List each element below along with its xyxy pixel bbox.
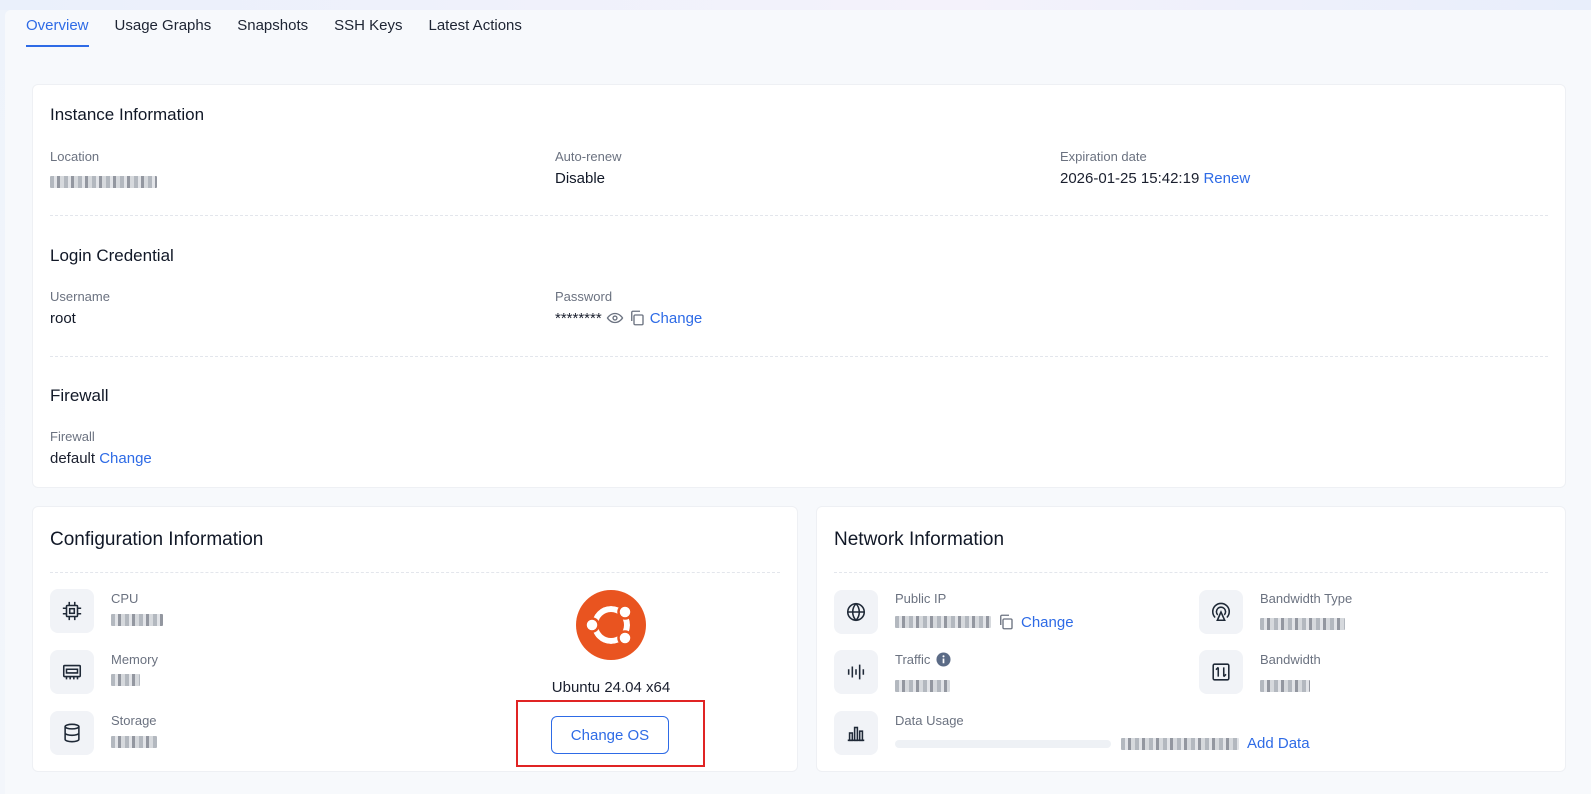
network-title: Network Information <box>834 529 1005 550</box>
cpu-label: CPU <box>111 591 139 606</box>
tab-overview[interactable]: Overview <box>26 15 89 47</box>
data-usage-icon-box <box>834 711 878 755</box>
globe-icon-box <box>834 590 878 634</box>
storage-value-redacted <box>111 733 157 751</box>
bandwidth-type-icon-box <box>1199 590 1243 634</box>
bandwidth-value-redacted <box>1260 677 1310 695</box>
autorenew-label: Auto-renew <box>555 149 622 164</box>
tab-ssh-keys[interactable]: SSH Keys <box>334 15 402 47</box>
bar-chart-icon <box>847 726 865 742</box>
tab-bar: Overview Usage Graphs Snapshots SSH Keys… <box>26 15 522 47</box>
data-usage-label: Data Usage <box>895 713 964 728</box>
memory-icon-box <box>50 650 94 694</box>
firewall-change-link[interactable]: Change <box>99 450 152 467</box>
expiration-value: 2026-01-25 15:42:19 <box>1060 170 1200 187</box>
ip-change-link[interactable]: Change <box>1021 614 1074 631</box>
highlight-box <box>516 700 705 767</box>
username-label: Username <box>50 289 110 304</box>
divider <box>834 572 1548 573</box>
public-ip-row: Change <box>895 613 1074 631</box>
storage-icon <box>64 723 80 743</box>
traffic-icon <box>847 664 865 680</box>
password-label: Password <box>555 289 613 304</box>
add-data-link[interactable]: Add Data <box>1247 735 1310 752</box>
storage-icon-box <box>50 711 94 755</box>
public-ip-label: Public IP <box>895 591 947 606</box>
traffic-value-redacted <box>895 677 950 695</box>
os-name: Ubuntu 24.04 x64 <box>551 679 671 696</box>
info-icon[interactable] <box>936 652 951 667</box>
traffic-label-row: Traffic <box>895 652 951 667</box>
firewall-label: Firewall <box>50 429 95 444</box>
ubuntu-logo-icon <box>576 590 646 660</box>
instance-title: Instance Information <box>50 105 205 124</box>
bandwidth-icon-box <box>1199 650 1243 694</box>
instance-card: Instance Information Location Auto-renew… <box>32 84 1566 488</box>
divider <box>50 215 1548 216</box>
bandwidth-icon <box>1212 663 1230 681</box>
eye-icon[interactable] <box>606 309 624 327</box>
traffic-label: Traffic <box>895 652 931 667</box>
public-ip-value-redacted <box>895 616 991 628</box>
firewall-title: Firewall <box>50 386 109 405</box>
memory-label: Memory <box>111 652 158 667</box>
signal-icon <box>1211 602 1231 622</box>
traffic-icon-box <box>834 650 878 694</box>
password-change-link[interactable]: Change <box>650 310 703 327</box>
cpu-value-redacted <box>111 611 163 629</box>
location-value-redacted <box>50 173 157 191</box>
copy-icon[interactable] <box>628 309 646 327</box>
config-title: Configuration Information <box>50 529 264 550</box>
tab-latest-actions[interactable]: Latest Actions <box>428 15 521 47</box>
data-usage-row: Add Data <box>1121 735 1310 752</box>
divider <box>50 356 1548 357</box>
firewall-row: default Change <box>50 450 152 467</box>
expiration-label: Expiration date <box>1060 149 1147 164</box>
tab-usage-graphs[interactable]: Usage Graphs <box>115 15 212 47</box>
password-value: ******** <box>555 309 602 327</box>
cpu-icon-box <box>50 589 94 633</box>
tab-snapshots[interactable]: Snapshots <box>237 15 308 47</box>
globe-icon <box>846 602 866 622</box>
login-title: Login Credential <box>50 246 174 265</box>
bandwidth-type-value-redacted <box>1260 615 1345 633</box>
location-label: Location <box>50 149 100 164</box>
cpu-icon <box>62 601 82 621</box>
bandwidth-label: Bandwidth <box>1260 652 1321 667</box>
expiration-row: 2026-01-25 15:42:19 Renew <box>1060 170 1250 187</box>
bandwidth-type-label: Bandwidth Type <box>1260 591 1353 606</box>
username-value: root <box>50 310 76 327</box>
network-card: Network Information Public IP Change Ban… <box>816 506 1566 772</box>
password-row: ******** Change <box>555 309 702 327</box>
memory-icon <box>62 664 82 680</box>
storage-label: Storage <box>111 713 157 728</box>
top-strip <box>0 0 1591 10</box>
memory-value-redacted <box>111 671 140 689</box>
autorenew-value: Disable <box>555 170 606 187</box>
firewall-value: default <box>50 450 96 467</box>
data-usage-value-redacted <box>1121 737 1239 750</box>
divider <box>50 572 780 573</box>
copy-icon[interactable] <box>997 613 1015 631</box>
renew-link[interactable]: Renew <box>1203 170 1250 187</box>
data-usage-progress <box>895 740 1111 748</box>
